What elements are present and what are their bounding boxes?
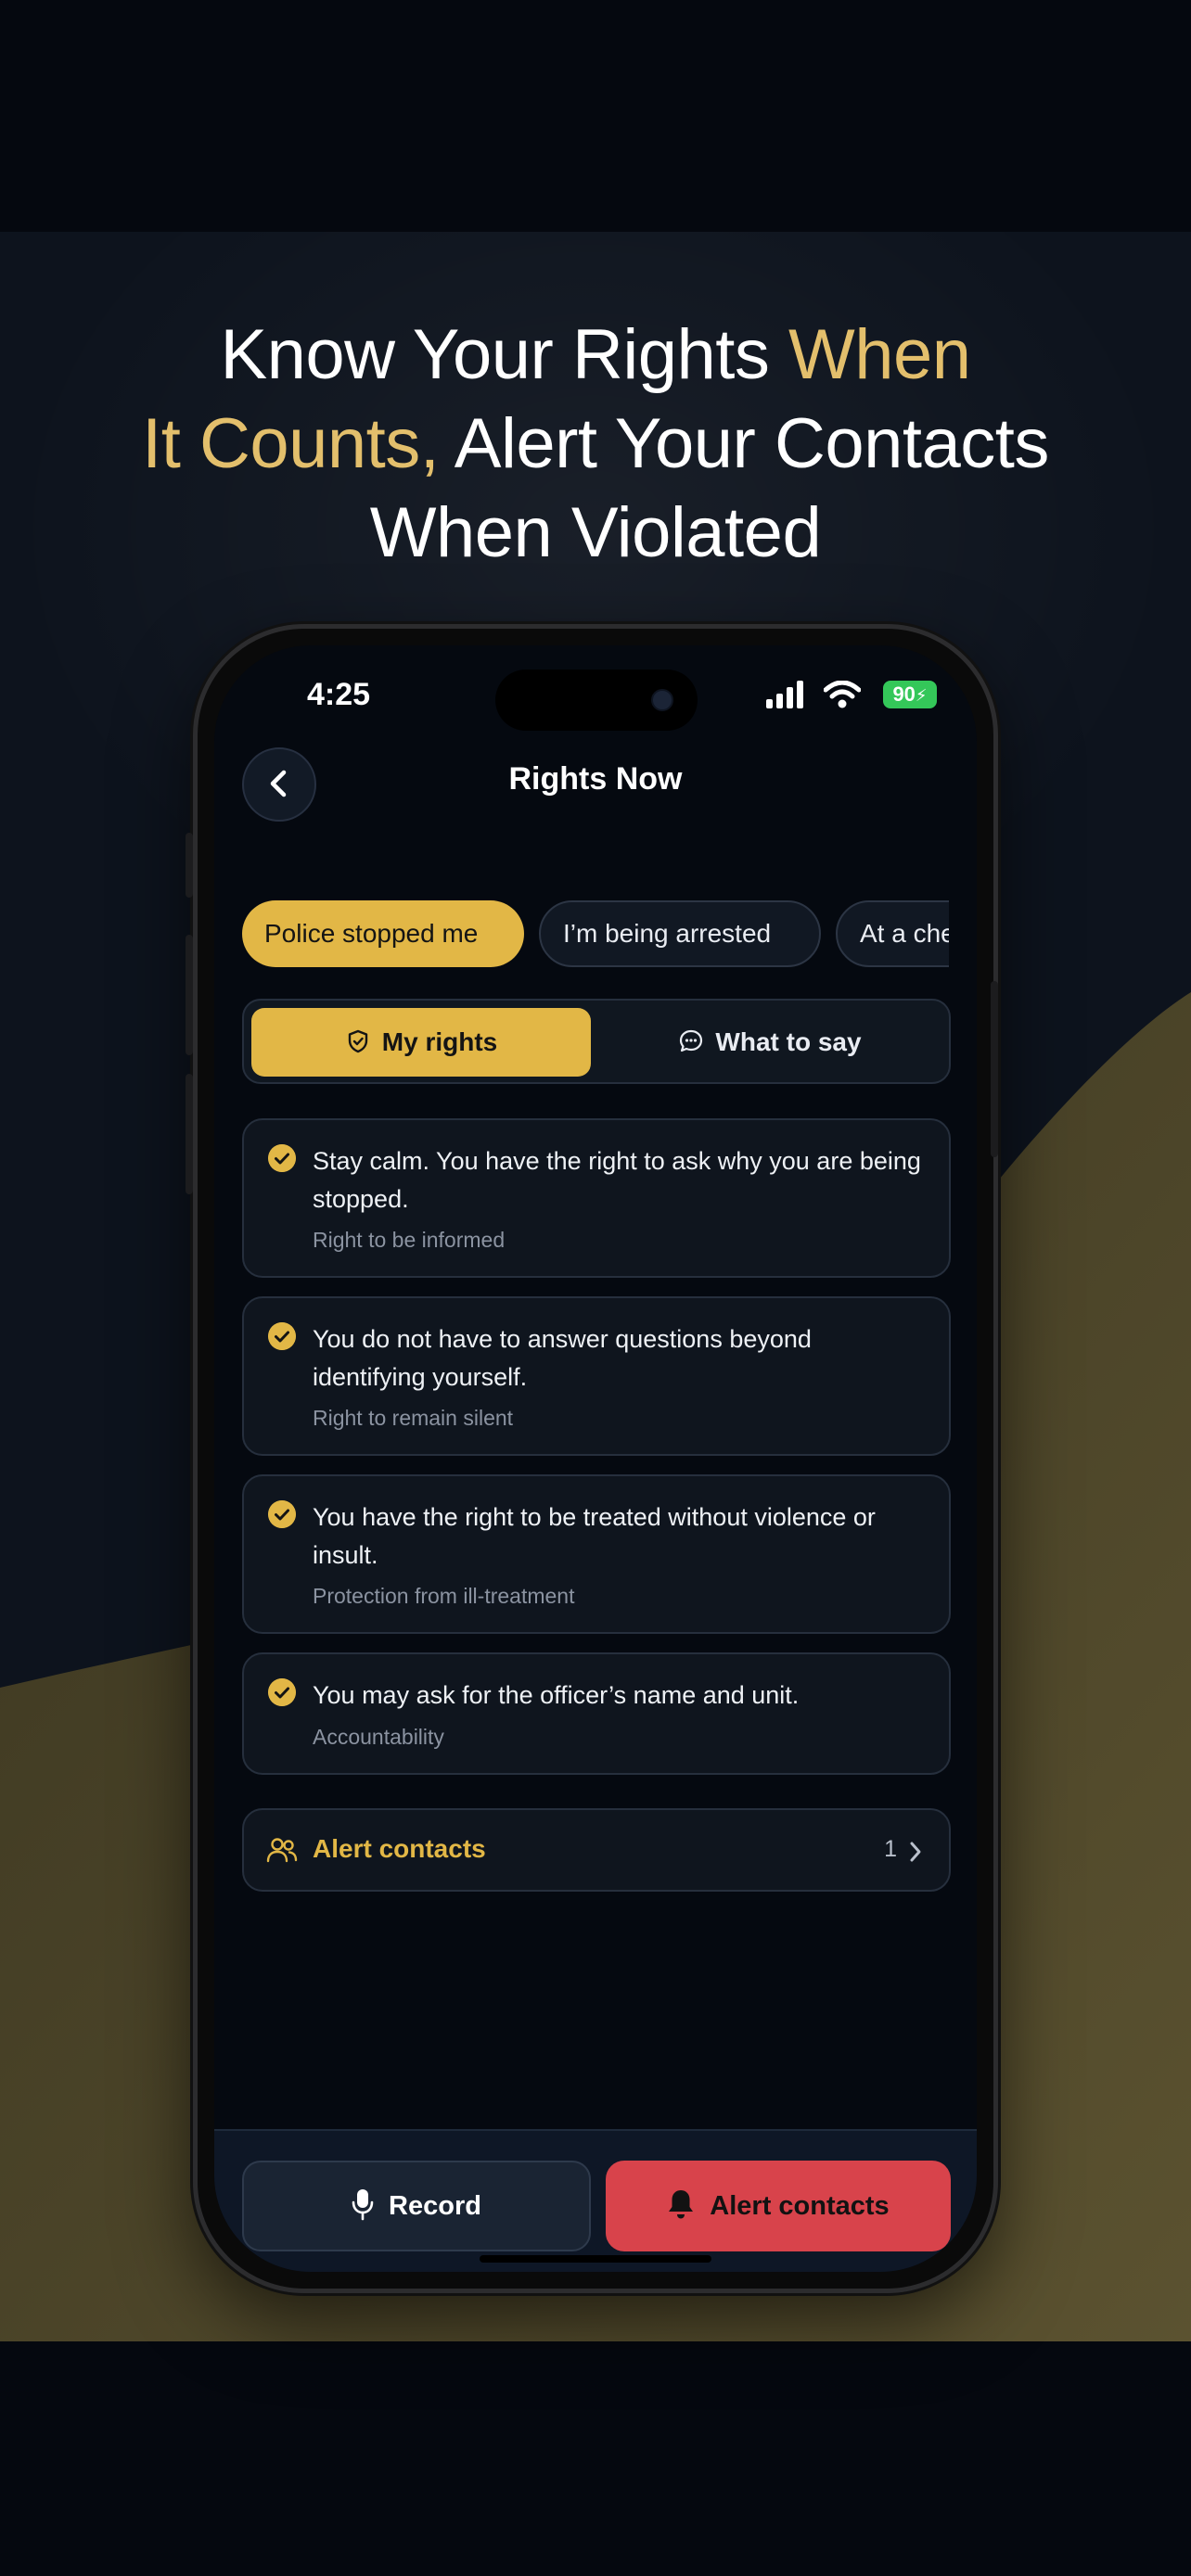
- alert-contacts-row[interactable]: Alert contacts 1: [242, 1808, 951, 1892]
- tab-label: My rights: [381, 1027, 498, 1056]
- alert-contacts-button[interactable]: Alert contacts: [606, 2161, 951, 2251]
- chip-police-stopped[interactable]: Police stopped me: [242, 900, 524, 967]
- chevron-right-icon: [910, 1842, 921, 1862]
- right-text: You have the right to be treated without…: [313, 1503, 876, 1569]
- right-category: Protection from ill-treatment: [313, 1584, 575, 1608]
- camera-icon: [651, 689, 673, 711]
- signal-icon: [766, 681, 803, 708]
- check-circle-icon: [268, 1322, 296, 1350]
- headline-text: Know Your Rights: [220, 315, 788, 394]
- chat-bubble-icon: [680, 1029, 703, 1052]
- check-circle-icon: [268, 1500, 296, 1528]
- record-label: Record: [389, 2191, 481, 2221]
- record-button[interactable]: Record: [242, 2161, 591, 2251]
- app-screen: 4:25 90⚡ Rights Now Police stopped me I’…: [214, 645, 977, 2272]
- users-icon: [266, 1838, 298, 1863]
- power-button: [991, 981, 998, 1157]
- wifi-icon: [824, 681, 861, 708]
- rights-tabs: My rights What to say: [242, 999, 951, 1084]
- chevron-left-icon: [270, 770, 287, 797]
- volume-down-button: [186, 1074, 193, 1194]
- tab-my-rights[interactable]: My rights: [251, 1008, 591, 1077]
- shield-check-icon: [348, 1029, 367, 1052]
- check-circle-icon: [268, 1144, 296, 1172]
- right-category: Right to be informed: [313, 1228, 506, 1252]
- headline-text: Alert Your Contacts: [439, 404, 1050, 483]
- battery-icon: 90⚡: [883, 681, 937, 708]
- headline-text: When Violated: [369, 493, 822, 572]
- back-button[interactable]: [242, 747, 316, 822]
- chip-being-arrested[interactable]: I’m being arrested: [539, 900, 821, 967]
- right-card: Stay calm. You have the right to ask why…: [242, 1118, 951, 1278]
- chip-checkpoint[interactable]: At a che: [836, 900, 949, 967]
- mute-switch: [186, 833, 193, 898]
- tab-label: What to say: [715, 1027, 862, 1056]
- bottom-action-bar: Record Alert contacts: [214, 2129, 977, 2272]
- alert-contacts-label: Alert contacts: [313, 1834, 486, 1863]
- page-title: Rights Now: [508, 761, 683, 797]
- contacts-count: 1: [884, 1836, 897, 1862]
- bell-icon: [669, 2190, 694, 2219]
- home-indicator: [480, 2255, 711, 2263]
- right-category: Accountability: [313, 1725, 444, 1749]
- headline-highlight: When: [788, 315, 971, 394]
- check-circle-icon: [268, 1678, 296, 1706]
- right-card: You do not have to answer questions beyo…: [242, 1296, 951, 1456]
- right-text: Stay calm. You have the right to ask why…: [313, 1147, 921, 1213]
- right-text: You may ask for the officer’s name and u…: [313, 1681, 800, 1709]
- headline-line-3: When Violated: [0, 489, 1191, 578]
- headline-highlight: It Counts,: [142, 404, 440, 483]
- headline-line-2: It Counts, Alert Your Contacts: [0, 400, 1191, 489]
- dynamic-island: [495, 670, 698, 731]
- alert-button-label: Alert contacts: [710, 2191, 890, 2221]
- status-time: 4:25: [307, 677, 371, 712]
- microphone-icon: [352, 2189, 374, 2221]
- phone-frame: 4:25 90⚡ Rights Now Police stopped me I’…: [186, 624, 998, 2293]
- right-card: You may ask for the officer’s name and u…: [242, 1652, 951, 1775]
- right-category: Right to remain silent: [313, 1406, 514, 1430]
- right-card: You have the right to be treated without…: [242, 1474, 951, 1634]
- right-text: You do not have to answer questions beyo…: [313, 1325, 812, 1391]
- headline-line-1: Know Your Rights When: [0, 311, 1191, 400]
- battery-level: 90: [892, 682, 916, 706]
- volume-up-button: [186, 935, 193, 1055]
- scenario-chips: Police stopped me I’m being arrested At …: [242, 900, 949, 971]
- tab-what-to-say[interactable]: What to say: [600, 1008, 940, 1077]
- promo-headline: Know Your Rights When It Counts, Alert Y…: [0, 311, 1191, 578]
